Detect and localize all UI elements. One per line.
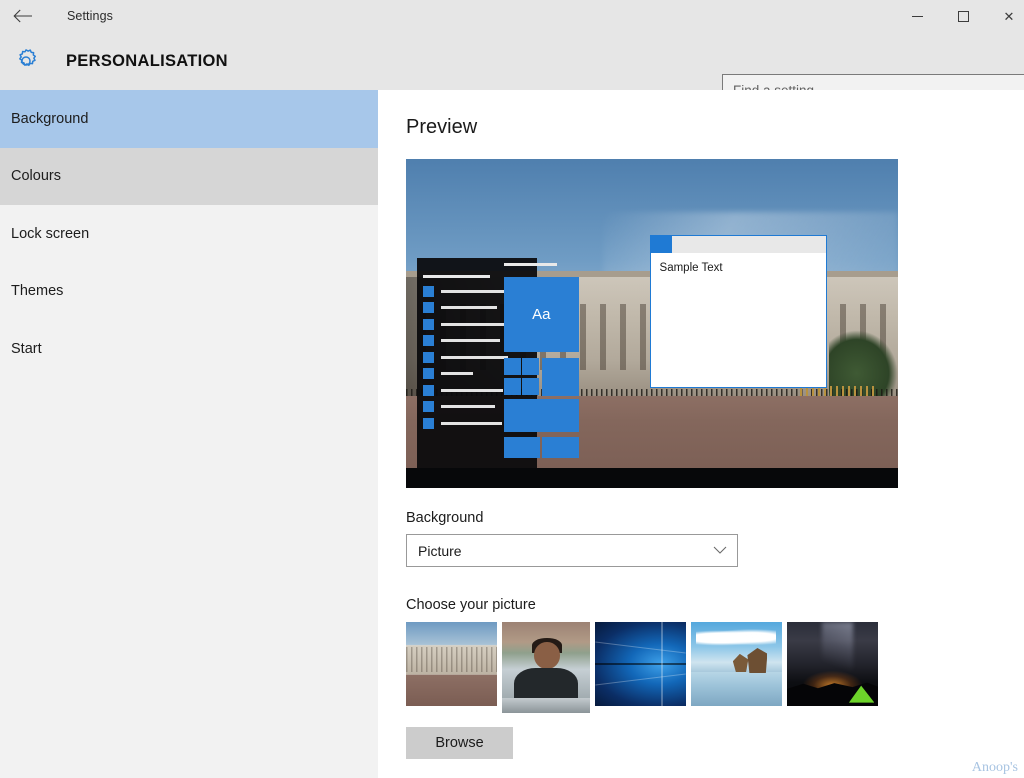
close-icon: ✕ — [1003, 8, 1015, 24]
gear-icon — [19, 49, 37, 67]
back-arrow-icon — [13, 9, 32, 23]
thumbnail-portrait-photo[interactable] — [502, 622, 590, 713]
app-label-bar — [440, 289, 504, 293]
hero-vertical-ray — [661, 622, 663, 706]
sample-window-body: Sample Text — [651, 253, 826, 274]
window-controls: ✕ — [894, 0, 1024, 32]
beach-water — [691, 672, 782, 706]
preview-start-tiles: Aa — [502, 258, 581, 469]
start-tile-small-left — [503, 436, 540, 458]
sample-text: Sample Text — [659, 261, 723, 274]
app-tile-icon — [422, 318, 434, 330]
sidebar-item-label: Start — [11, 340, 42, 357]
thumbnail-night-camp[interactable] — [787, 622, 878, 706]
body: Background Colours Lock screen Themes St… — [0, 90, 1024, 778]
watermark: Anoop's — [971, 760, 1018, 775]
settings-window: Settings ✕ PERSONALISATION Find a settin… — [0, 0, 1024, 778]
sample-window-titlebar — [650, 235, 826, 253]
start-tile-aa-label: Aa — [532, 306, 551, 324]
chevron-down-icon — [713, 546, 727, 554]
start-tile-aa: Aa — [503, 276, 580, 353]
app-tile-icon — [422, 335, 434, 347]
browse-button[interactable]: Browse — [406, 727, 513, 759]
app-tile-icon — [422, 368, 434, 380]
start-list-header-bar — [422, 274, 491, 278]
app-tile-icon — [422, 351, 434, 363]
night-milky-way — [821, 622, 853, 675]
app-label-bar — [440, 339, 501, 343]
beach-rock-large — [747, 648, 768, 674]
hero-horizon-line — [595, 663, 686, 665]
sidebar-item-label: Colours — [11, 168, 61, 185]
app-label-bar — [440, 405, 496, 409]
sidebar-item-start[interactable]: Start — [0, 320, 378, 378]
portrait-rail — [502, 698, 590, 713]
app-tile-icon — [422, 401, 434, 413]
sidebar-item-colours[interactable]: Colours — [0, 147, 378, 205]
sidebar-item-label: Themes — [11, 283, 64, 300]
preview-sample-window: Sample Text — [649, 234, 827, 388]
app-tile-icon — [422, 384, 434, 396]
background-dropdown-value: Picture — [418, 542, 462, 559]
page-title: PERSONALISATION — [66, 51, 228, 70]
minimize-icon — [911, 15, 923, 17]
window-title: Settings — [67, 9, 113, 23]
background-dropdown[interactable]: Picture — [406, 534, 738, 567]
app-label-bar — [440, 322, 506, 326]
thumbnail-beach-rocks[interactable] — [691, 622, 782, 706]
beach-rock-small — [732, 653, 749, 673]
portrait-face — [533, 642, 561, 670]
start-tile-quad — [503, 357, 540, 396]
content-panel: Preview Aa Sample Text Background Pictur… — [378, 90, 1024, 778]
sidebar: Background Colours Lock screen Themes St… — [0, 90, 378, 778]
title-bar: Settings ✕ — [0, 0, 1024, 32]
sidebar-item-label: Background — [11, 110, 89, 127]
browse-button-label: Browse — [435, 735, 484, 751]
preview-taskbar — [406, 468, 898, 488]
start-tile-medium — [541, 357, 580, 396]
app-tile-icon — [422, 285, 434, 297]
back-button[interactable] — [0, 0, 46, 32]
start-tile-small-right — [541, 436, 580, 458]
minimize-button[interactable] — [894, 0, 940, 32]
sample-window-app-icon — [650, 235, 672, 253]
sidebar-item-themes[interactable]: Themes — [0, 263, 378, 321]
start-tile-wide — [503, 398, 580, 433]
background-label: Background — [406, 510, 484, 526]
choose-picture-label: Choose your picture — [406, 597, 536, 613]
app-label-bar — [440, 306, 498, 310]
hero-diagonal-ray-2 — [595, 673, 686, 686]
beach-clouds — [695, 628, 776, 648]
app-label-bar — [440, 372, 474, 376]
sidebar-item-lock-screen[interactable]: Lock screen — [0, 205, 378, 263]
preview-heading: Preview — [406, 116, 478, 138]
app-tile-icon — [422, 302, 434, 314]
desktop-preview: Aa Sample Text — [406, 159, 898, 488]
sidebar-item-background[interactable]: Background — [0, 90, 378, 148]
app-label-bar — [440, 388, 503, 392]
app-tile-icon — [422, 417, 434, 429]
maximize-button[interactable] — [940, 0, 986, 32]
picture-thumbnail-list — [406, 622, 1024, 713]
page-header: PERSONALISATION — [0, 32, 1024, 107]
thumbnail-buckingham-palace[interactable] — [406, 622, 497, 706]
app-label-bar — [440, 421, 502, 425]
thumbnail-windows-hero[interactable] — [595, 622, 686, 706]
tile-group-header-bar — [503, 262, 558, 266]
sidebar-item-label: Lock screen — [11, 225, 90, 242]
hero-diagonal-ray-1 — [595, 641, 686, 654]
close-button[interactable]: ✕ — [986, 0, 1024, 32]
app-label-bar — [440, 355, 509, 359]
settings-icon-wrap — [0, 46, 52, 76]
maximize-icon — [957, 10, 969, 22]
